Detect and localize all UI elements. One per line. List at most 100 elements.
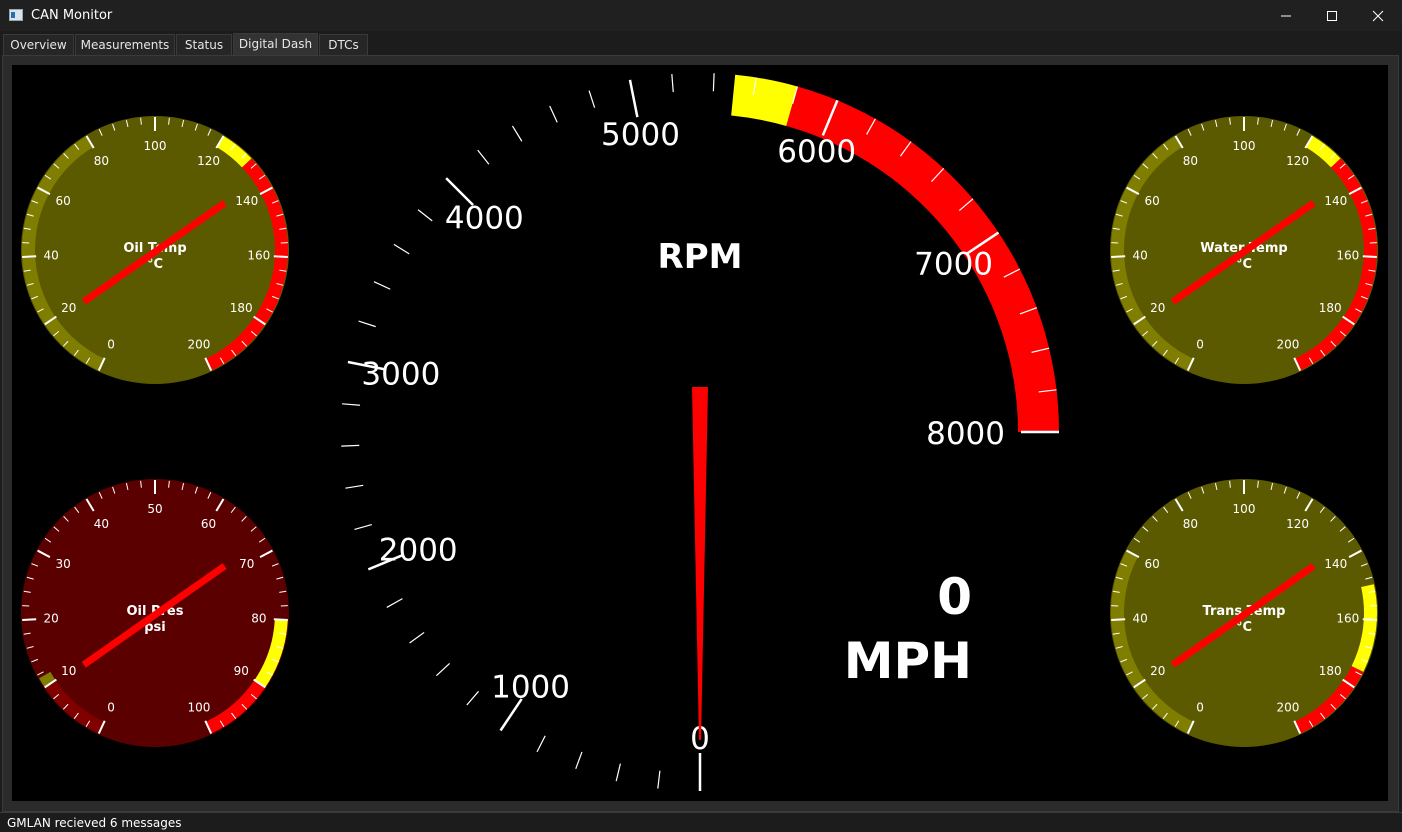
major-tick (273, 618, 288, 621)
tick-label: 140 (1324, 557, 1347, 571)
tick-label: 50 (147, 502, 162, 516)
tick-label: 0 (107, 700, 115, 714)
tick-label: 160 (1336, 248, 1359, 262)
maximize-icon (1327, 11, 1337, 21)
tab-dtcs[interactable]: DTCs (319, 34, 368, 55)
major-tick (1111, 618, 1126, 621)
tick-label: 10 (61, 664, 76, 678)
tick-label: 0 (1196, 337, 1204, 351)
tick-label: 20 (61, 301, 76, 315)
tick-label: 80 (251, 611, 266, 625)
rpm-tick-label: 7000 (914, 247, 993, 283)
tick-label: 160 (247, 248, 270, 262)
tab-measurements[interactable]: Measurements (75, 34, 175, 55)
rpm-minor-tick (435, 663, 451, 677)
rpm-minor-tick (615, 763, 621, 782)
rpm-minor-tick (386, 598, 403, 608)
major-tick (273, 255, 288, 258)
tick-label: 80 (1183, 517, 1198, 531)
status-message: GMLAN recieved 6 messages (7, 816, 182, 830)
rpm-minor-tick (511, 125, 523, 142)
rpm-minor-tick (466, 690, 479, 706)
tick-label: 60 (56, 194, 71, 208)
tick-label: 200 (1276, 700, 1299, 714)
rpm-minor-tick (712, 73, 715, 92)
tick-label: 80 (1183, 154, 1198, 168)
tick-label: 0 (1196, 700, 1204, 714)
rpm-tick-label: 6000 (777, 134, 856, 170)
rpm-minor-tick (393, 243, 410, 255)
rpm-title: RPM (658, 237, 743, 277)
tick-label: 20 (1150, 301, 1165, 315)
tab-bar: Overview Measurements Status Digital Das… (0, 31, 1402, 56)
tick-label: 200 (187, 337, 210, 351)
oil-temp-gauge: 020406080100120140160180200Oil Temp°C (21, 116, 289, 384)
water-temp-gauge: 020406080100120140160180200Water Temp°C (1110, 116, 1378, 384)
tick-label: 120 (1286, 154, 1309, 168)
rpm-major-tick (628, 79, 639, 118)
rpm-minor-tick (657, 770, 661, 789)
major-tick (1362, 618, 1377, 621)
close-icon (1372, 10, 1384, 22)
tick-label: 160 (1336, 611, 1359, 625)
rpm-minor-tick (477, 149, 490, 165)
tick-label: 60 (1145, 557, 1160, 571)
speed-readout: 0 MPH (844, 568, 972, 690)
tick-label: 80 (94, 154, 109, 168)
rpm-minor-tick (342, 403, 361, 406)
tick-label: 140 (235, 194, 258, 208)
major-tick (1362, 255, 1377, 258)
rpm-minor-tick (588, 90, 596, 108)
window-title: CAN Monitor (31, 8, 113, 23)
tick-label: 200 (1276, 337, 1299, 351)
rpm-tick-label: 1000 (491, 670, 570, 706)
tick-label: 180 (1319, 301, 1342, 315)
speed-value: 0 (937, 568, 972, 626)
trans-temp-gauge: 020406080100120140160180200Trans Temp°C (1110, 479, 1378, 747)
tick-label: 100 (1233, 139, 1256, 153)
major-tick (22, 618, 37, 621)
maximize-button[interactable] (1309, 0, 1355, 31)
title-bar: CAN Monitor (0, 0, 1402, 31)
rpm-minor-tick (345, 484, 364, 489)
rpm-minor-tick (549, 105, 558, 123)
tick-label: 100 (144, 139, 167, 153)
rpm-minor-tick (536, 735, 546, 753)
close-button[interactable] (1355, 0, 1401, 31)
rpm-minor-tick (358, 320, 376, 328)
speed-unit: MPH (844, 632, 972, 690)
tab-overview[interactable]: Overview (3, 34, 74, 55)
rpm-tick-label: 5000 (601, 117, 680, 153)
tick-label: 100 (1233, 502, 1256, 516)
tick-label: 20 (1150, 664, 1165, 678)
rpm-minor-tick (341, 444, 360, 447)
tick-label: 40 (1133, 248, 1148, 262)
tick-label: 120 (1286, 517, 1309, 531)
tick-label: 40 (1133, 611, 1148, 625)
tick-label: 20 (44, 611, 59, 625)
major-tick (22, 255, 37, 258)
minimize-button[interactable] (1263, 0, 1309, 31)
major-tick (1111, 255, 1126, 258)
tab-digital-dash[interactable]: Digital Dash (233, 33, 318, 56)
minimize-icon (1281, 15, 1291, 17)
rpm-minor-tick (354, 523, 372, 531)
tick-label: 180 (1319, 664, 1342, 678)
tick-label: 120 (197, 154, 220, 168)
rpm-minor-tick (373, 281, 391, 290)
rpm-zone (731, 74, 798, 126)
app-window-icon (9, 9, 23, 21)
rpm-tick-label: 3000 (361, 356, 440, 392)
tick-label: 70 (239, 557, 254, 571)
oil-pres-gauge: 0102030405060708090100Oil Prespsi (21, 479, 289, 747)
digital-dash: 010002000300040005000600070008000RPM 0 M… (12, 65, 1388, 801)
rpm-tick-label: 8000 (926, 416, 1005, 452)
rpm-tick-label: 4000 (445, 200, 524, 236)
rpm-minor-tick (575, 751, 583, 770)
rpm-minor-tick (671, 74, 674, 93)
tick-label: 180 (230, 301, 253, 315)
tab-status[interactable]: Status (176, 34, 232, 55)
rpm-minor-tick (417, 209, 433, 222)
tick-label: 60 (201, 517, 216, 531)
tick-label: 30 (56, 557, 71, 571)
